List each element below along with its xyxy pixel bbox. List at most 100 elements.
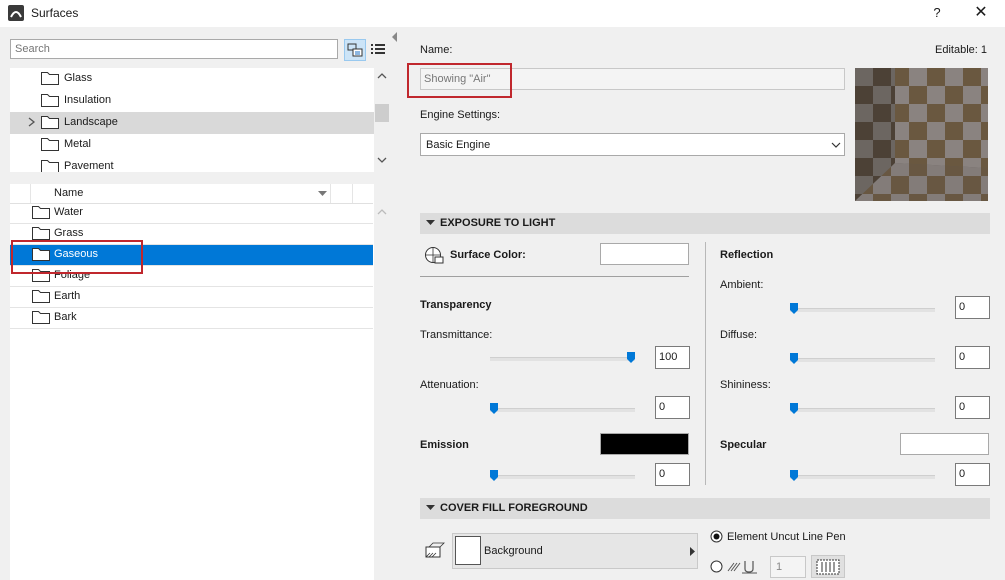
caret-down-icon [426,505,435,510]
search-input[interactable] [10,39,338,59]
emission-slider[interactable] [490,470,635,481]
diffuse-slider[interactable] [790,353,935,364]
specular-label: Specular [720,439,767,451]
specular-slider[interactable] [790,470,935,481]
tree-item-landscape[interactable]: Landscape [10,112,374,134]
chevron-down-icon [831,142,841,148]
tree-scrollbar[interactable] [374,68,390,172]
close-button[interactable]: ✕ [966,3,996,23]
attenuation-slider[interactable] [490,403,635,414]
help-button[interactable]: ? [927,3,947,23]
ambient-slider[interactable] [790,303,935,314]
shininess-label: Shininess: [720,379,771,391]
section-cover-fill-foreground[interactable]: COVER FILL FOREGROUND [420,498,990,519]
surface-color-label: Surface Color: [450,249,526,261]
ambient-value[interactable]: 0 [955,296,990,319]
section-exposure-to-light[interactable]: EXPOSURE TO LIGHT [420,213,990,234]
category-tree: Glass Insulation Landscape Metal Pavemen… [10,68,390,172]
surface-preview-image [855,68,988,201]
pen-number-field[interactable]: 1 [770,556,806,578]
radio-selected-icon[interactable] [710,530,723,543]
transmittance-slider[interactable] [490,352,635,363]
pen-pattern-button[interactable] [811,555,845,578]
attenuation-label: Attenuation: [420,379,479,391]
list-view-icon [371,44,385,54]
folder-icon [32,290,50,303]
pen-number-value: 1 [776,561,783,573]
slider-thumb[interactable] [790,353,798,364]
surface-color-icon [425,247,444,264]
chevron-right-icon[interactable] [27,115,37,129]
section-title: EXPOSURE TO LIGHT [440,217,556,229]
emission-color-swatch[interactable] [600,433,689,455]
folder-icon [41,94,59,107]
list-view-button[interactable] [368,39,390,61]
radio-unselected-icon[interactable] [710,560,723,573]
folder-icon [41,138,59,151]
list-item-bark[interactable]: Bark [10,308,373,329]
emission-value[interactable]: 0 [655,463,690,486]
engine-settings-label: Engine Settings: [420,109,501,121]
folder-icon [32,311,50,324]
tree-view-button[interactable] [344,39,366,61]
tree-item-insulation[interactable]: Insulation [10,90,374,112]
tree-item-pavement[interactable]: Pavement [10,156,374,172]
scroll-up-icon[interactable] [377,72,387,80]
tree-item-metal[interactable]: Metal [10,134,374,156]
column-header-name[interactable]: Name [54,187,83,199]
emission-label: Emission [420,439,469,451]
diffuse-value[interactable]: 0 [955,346,990,369]
slider-thumb[interactable] [490,403,498,414]
folder-icon [41,116,59,129]
folder-icon [32,206,50,219]
name-label: Name: [420,44,453,56]
reflection-label: Reflection [720,249,774,261]
shininess-value[interactable]: 0 [955,396,990,419]
shininess-slider[interactable] [790,403,935,414]
tree-item-label: Landscape [64,116,118,128]
tree-item-label: Insulation [64,94,112,106]
scroll-up-icon[interactable] [377,208,387,216]
diffuse-label: Diffuse: [720,329,758,341]
list-item-water[interactable]: Water [10,203,373,224]
slider-thumb[interactable] [790,303,798,314]
tree-item-label: Pavement [64,160,114,172]
scroll-down-icon[interactable] [377,156,387,164]
hatch-pattern-icon [816,559,840,575]
list-item-label: Earth [54,290,81,302]
transmittance-label: Transmittance: [420,329,493,341]
folder-icon [41,72,59,85]
editable-count: Editable: 1 [935,44,987,56]
tree-item-label: Glass [64,72,93,84]
collapse-left-icon[interactable] [391,32,398,42]
list-item-earth[interactable]: Earth [10,287,373,308]
ambient-label: Ambient: [720,279,764,291]
column-divider [705,242,706,485]
tree-item-label: Metal [64,138,91,150]
pen-icon [727,561,757,574]
scroll-thumb[interactable] [375,104,389,122]
folder-icon [32,227,50,240]
surface-color-swatch[interactable] [600,243,689,265]
slider-thumb[interactable] [627,352,635,363]
slider-thumb[interactable] [790,470,798,481]
transparency-label: Transparency [420,299,492,311]
list-scrollbar[interactable] [374,184,390,580]
list-item-label: Grass [54,227,84,239]
engine-select[interactable]: Basic Engine [420,133,845,156]
transmittance-value[interactable]: 100 [655,346,690,369]
element-uncut-line-pen-label[interactable]: Element Uncut Line Pen [727,531,846,543]
divider [420,276,689,277]
fill-select[interactable]: Background [452,533,698,569]
specular-value[interactable]: 0 [955,463,990,486]
tree-item-glass[interactable]: Glass [10,68,374,90]
app-icon [8,5,24,21]
list-header: Name [10,184,373,204]
slider-thumb[interactable] [490,470,498,481]
specular-color-swatch[interactable] [900,433,989,455]
sort-down-icon[interactable] [318,191,327,197]
slider-thumb[interactable] [790,403,798,414]
title-bar [0,0,1005,27]
panel-splitter[interactable] [390,27,399,580]
attenuation-value[interactable]: 0 [655,396,690,419]
